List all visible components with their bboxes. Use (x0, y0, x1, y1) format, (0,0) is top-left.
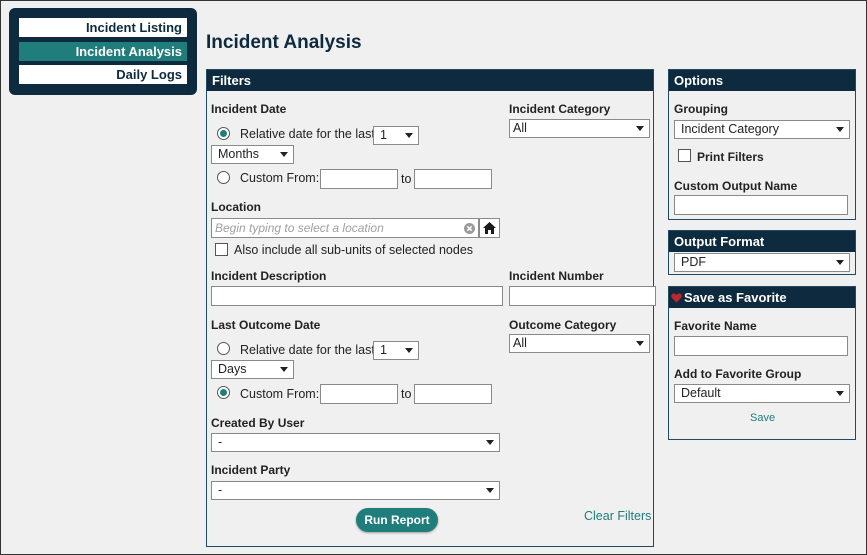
outcome-category-select[interactable]: All (509, 334, 650, 353)
grouping-label: Grouping (674, 102, 728, 116)
incident-category-value: All (513, 121, 527, 135)
incident-date-count-select[interactable]: 1 (373, 126, 419, 145)
print-filters-checkbox[interactable] (678, 149, 691, 162)
grouping-value: Incident Category (681, 122, 779, 136)
favorite-name-label: Favorite Name (674, 319, 757, 333)
nav-item-incident-listing[interactable]: Incident Listing (19, 18, 187, 37)
custom-output-name-label: Custom Output Name (674, 179, 798, 193)
page-title: Incident Analysis (206, 32, 362, 53)
run-report-button[interactable]: Run Report (356, 508, 438, 532)
dropdown-arrow-icon (836, 391, 844, 396)
incident-description-label: Incident Description (211, 269, 327, 283)
outcome-date-custom-radio[interactable] (217, 386, 230, 399)
incident-date-unit-select[interactable]: Months (211, 145, 294, 164)
incident-party-label: Incident Party (211, 463, 291, 477)
dropdown-arrow-icon (636, 126, 644, 131)
created-by-user-select[interactable]: - (211, 433, 500, 452)
location-placeholder: Begin typing to select a location (215, 221, 384, 235)
dropdown-arrow-icon (405, 348, 413, 353)
heart-icon (671, 293, 682, 303)
favorite-group-label: Add to Favorite Group (674, 367, 802, 381)
outcome-date-count-value: 1 (380, 343, 387, 357)
favorite-group-select[interactable]: Default (674, 384, 850, 403)
clear-icon[interactable] (464, 223, 475, 234)
location-input[interactable]: Begin typing to select a location (211, 218, 479, 238)
dropdown-arrow-icon (636, 341, 644, 346)
outcome-date-unit-select[interactable]: Days (211, 360, 294, 379)
dropdown-arrow-icon (486, 488, 494, 493)
filters-header: Filters (207, 70, 653, 91)
outcome-date-custom-label: Custom From: (240, 387, 320, 401)
dropdown-arrow-icon (486, 440, 494, 445)
home-icon (483, 222, 496, 234)
favorite-group-value: Default (681, 386, 721, 400)
incident-date-count-value: 1 (380, 128, 387, 142)
print-filters-label: Print Filters (697, 150, 764, 164)
incident-party-value: - (218, 483, 223, 497)
outcome-date-to-input[interactable] (414, 384, 492, 404)
created-by-user-label: Created By User (211, 416, 305, 430)
outcome-date-to-label: to (401, 387, 412, 401)
incident-date-to-label: to (401, 172, 412, 186)
save-favorite-link[interactable]: Save (750, 412, 775, 424)
favorite-name-input[interactable] (674, 336, 848, 356)
incident-date-label: Incident Date (211, 102, 287, 116)
incident-number-label: Incident Number (509, 269, 604, 283)
incident-category-select[interactable]: All (509, 119, 650, 138)
output-format-value: PDF (681, 255, 706, 269)
outcome-date-unit-value: Days (218, 362, 247, 376)
app-frame: Incident Listing Incident Analysis Daily… (0, 0, 867, 555)
grouping-select[interactable]: Incident Category (674, 120, 850, 139)
location-home-button[interactable] (479, 218, 500, 238)
outcome-date-from-input[interactable] (320, 384, 398, 404)
output-format-select[interactable]: PDF (674, 253, 850, 272)
incident-description-input[interactable] (211, 286, 503, 306)
outcome-category-label: Outcome Category (509, 318, 617, 332)
output-format-header: Output Format (669, 231, 855, 252)
incident-date-relative-radio[interactable] (217, 127, 230, 140)
nav-item-incident-analysis[interactable]: Incident Analysis (19, 42, 187, 61)
include-subunits-checkbox[interactable] (215, 243, 228, 256)
incident-date-to-input[interactable] (414, 169, 492, 189)
last-outcome-date-label: Last Outcome Date (211, 318, 321, 332)
dropdown-arrow-icon (280, 367, 288, 372)
incident-date-from-input[interactable] (320, 169, 398, 189)
incident-date-custom-radio[interactable] (217, 171, 230, 184)
outcome-date-relative-radio[interactable] (217, 342, 230, 355)
side-nav: Incident Listing Incident Analysis Daily… (9, 8, 197, 95)
outcome-date-count-select[interactable]: 1 (373, 341, 419, 360)
dropdown-arrow-icon (280, 152, 288, 157)
incident-date-custom-label: Custom From: (240, 171, 320, 185)
clear-filters-link[interactable]: Clear Filters (584, 509, 651, 523)
include-subunits-label: Also include all sub-units of selected n… (234, 243, 474, 257)
incident-date-relative-label: Relative date for the last (240, 127, 375, 141)
custom-output-name-input[interactable] (674, 195, 848, 215)
location-label: Location (211, 200, 261, 214)
options-header: Options (669, 70, 855, 91)
incident-date-unit-value: Months (218, 147, 259, 161)
dropdown-arrow-icon (405, 133, 413, 138)
outcome-date-relative-label: Relative date for the last (240, 343, 375, 357)
incident-category-label: Incident Category (509, 102, 611, 116)
dropdown-arrow-icon (836, 127, 844, 132)
outcome-category-value: All (513, 336, 527, 350)
created-by-user-value: - (218, 435, 223, 449)
nav-item-daily-logs[interactable]: Daily Logs (19, 65, 187, 84)
incident-party-select[interactable]: - (211, 481, 500, 500)
incident-number-input[interactable] (509, 286, 656, 306)
dropdown-arrow-icon (836, 260, 844, 265)
favorite-header: Save as Favorite (669, 287, 855, 308)
